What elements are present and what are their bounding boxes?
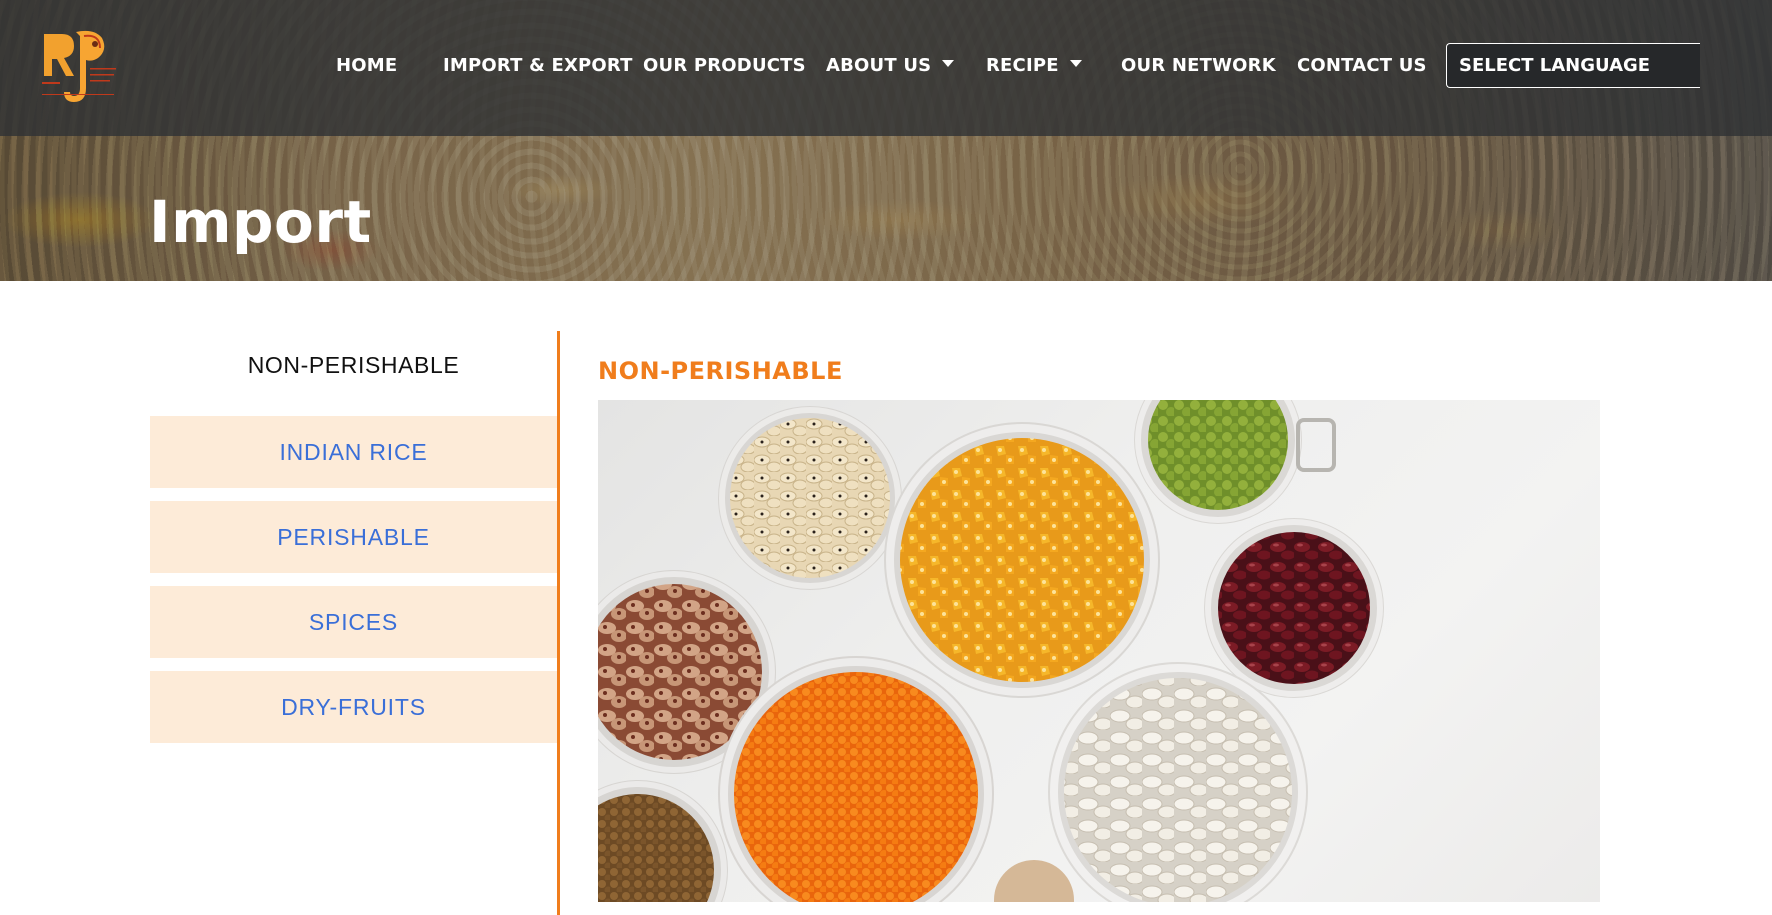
- sidebar-item-label: INDIAN RICE: [279, 438, 428, 465]
- page-title: Import: [149, 188, 372, 256]
- nav-recipe[interactable]: RECIPE: [986, 48, 1082, 82]
- sidebar-item-spices[interactable]: SPICES: [150, 586, 557, 658]
- nav-recipe-label: RECIPE: [986, 54, 1059, 76]
- caret-down-icon: [1069, 59, 1082, 67]
- sidebar-active-category[interactable]: NON-PERISHABLE: [150, 352, 557, 379]
- section-title: NON-PERISHABLE: [598, 357, 843, 385]
- sidebar-divider: [557, 331, 560, 915]
- legumes-jars-illustration: [598, 400, 1384, 902]
- product-image: [598, 400, 1600, 902]
- sidebar-item-label: SPICES: [308, 608, 399, 635]
- brand-logo[interactable]: [40, 28, 120, 106]
- elephant-logo-icon: [42, 30, 116, 102]
- sidebar-item-indian-rice[interactable]: INDIAN RICE: [150, 416, 557, 488]
- nav-our-products[interactable]: OUR PRODUCTS: [643, 48, 806, 82]
- nav-home-label: HOME: [336, 54, 398, 76]
- top-navigation-bar: HOME IMPORT & EXPORT OUR PRODUCTS ABOUT …: [0, 0, 1772, 136]
- sidebar-item-label: DRY-FRUITS: [281, 693, 426, 720]
- language-select-label: SELECT LANGUAGE: [1459, 55, 1651, 76]
- language-select[interactable]: SELECT LANGUAGE: [1446, 43, 1700, 88]
- nav-our-network-label: OUR NETWORK: [1121, 54, 1276, 76]
- sidebar-item-dry-fruits[interactable]: DRY-FRUITS: [150, 671, 557, 743]
- nav-contact-us[interactable]: CONTACT US: [1297, 48, 1427, 82]
- nav-home[interactable]: HOME: [336, 48, 397, 82]
- nav-our-network[interactable]: OUR NETWORK: [1121, 48, 1276, 82]
- hero-banner: HOME IMPORT & EXPORT OUR PRODUCTS ABOUT …: [0, 0, 1772, 281]
- nav-about-us-label: ABOUT US: [826, 54, 932, 76]
- nav-about-us[interactable]: ABOUT US: [826, 48, 955, 82]
- nav-our-products-label: OUR PRODUCTS: [643, 54, 806, 76]
- nav-contact-us-label: CONTACT US: [1297, 54, 1427, 76]
- sidebar-item-label: PERISHABLE: [277, 523, 430, 550]
- sidebar-item-perishable[interactable]: PERISHABLE: [150, 501, 557, 573]
- caret-down-icon: [942, 59, 955, 67]
- nav-import-export[interactable]: IMPORT & EXPORT: [443, 48, 633, 82]
- nav-import-export-label: IMPORT & EXPORT: [443, 54, 633, 76]
